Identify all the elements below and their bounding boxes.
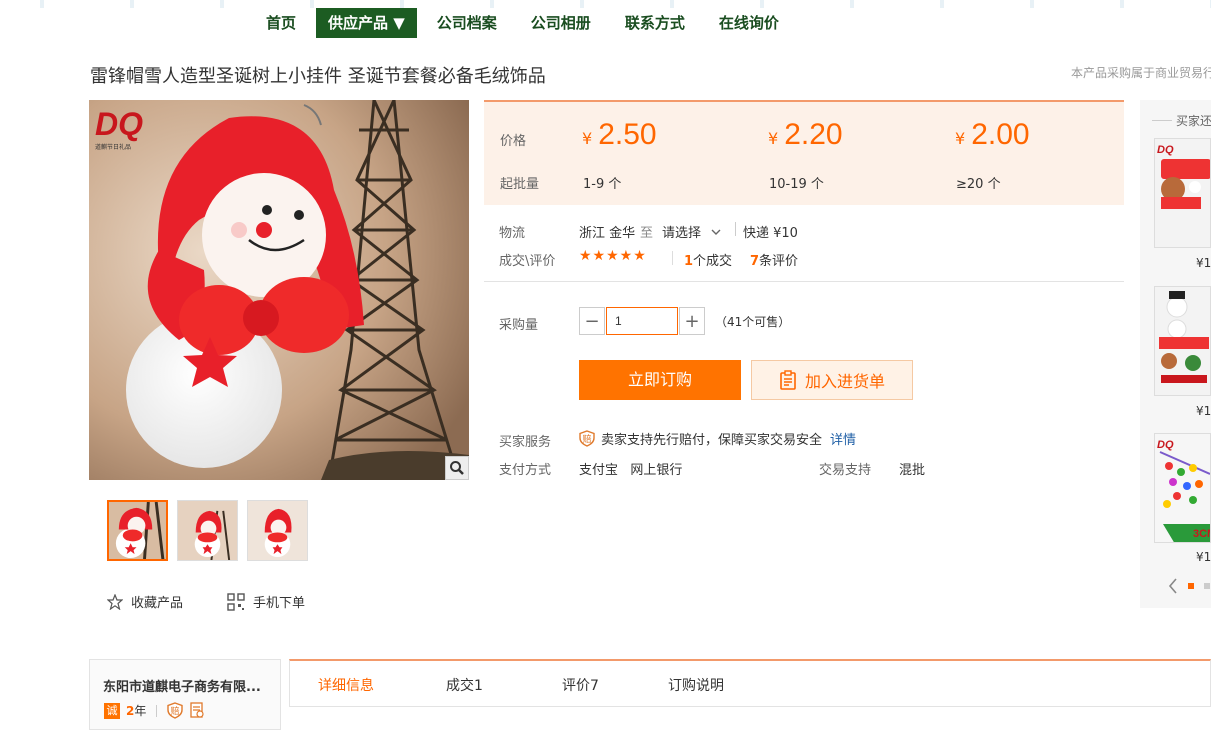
clipboard-icon bbox=[780, 370, 796, 390]
shield-icon: 赔 bbox=[167, 702, 184, 719]
trade-support-value: 混批 bbox=[899, 463, 926, 478]
divider bbox=[735, 222, 736, 236]
section-divider bbox=[484, 281, 1124, 282]
recommend-price-2: ¥1 bbox=[1196, 404, 1211, 418]
price-tier-1: ¥2.50 bbox=[582, 118, 657, 151]
star-outline-icon bbox=[107, 593, 123, 610]
thumbnail-1[interactable] bbox=[107, 500, 168, 561]
shield-icon: 赔 bbox=[579, 430, 595, 447]
chevron-down-icon bbox=[711, 229, 721, 235]
nav-company-album[interactable]: 公司相册 bbox=[517, 8, 605, 38]
divider bbox=[672, 251, 673, 265]
deal-review-label: 成交\评价 bbox=[499, 254, 556, 269]
company-name[interactable]: 东阳市道麒电子商务有限... bbox=[103, 676, 261, 695]
favorite-label: 收藏产品 bbox=[131, 596, 184, 611]
nav-company-profile[interactable]: 公司档案 bbox=[423, 8, 511, 38]
recommend-price-3: ¥1 bbox=[1196, 550, 1211, 564]
price-tier-2: ¥2.20 bbox=[768, 118, 843, 151]
tab-detail[interactable]: 详细信息 bbox=[318, 675, 374, 695]
certificate-icon bbox=[190, 702, 204, 718]
detail-tabs: 详细信息 成交1 评价7 订购说明 bbox=[289, 659, 1211, 707]
price-tier-3: ¥2.00 bbox=[955, 118, 1030, 151]
thumbnail-3[interactable] bbox=[247, 500, 308, 561]
recommend-badge: 3CM bbox=[1193, 528, 1210, 540]
buy-now-button[interactable]: 立即订购 bbox=[579, 360, 741, 400]
integrity-icon: 诚 bbox=[104, 702, 120, 719]
svg-text:DQ: DQ bbox=[1157, 439, 1174, 451]
buyer-service-label: 买家服务 bbox=[499, 435, 552, 450]
batch-label: 起批量 bbox=[500, 177, 540, 192]
recommend-title: 买家还 bbox=[1176, 114, 1211, 128]
product-title: 雷锋帽雪人造型圣诞树上小挂件 圣诞节套餐必备毛绒饰品 bbox=[90, 66, 546, 87]
price-panel: 价格 起批量 ¥2.50 1-9 个 ¥2.20 10-19 个 ¥2.00 ≥… bbox=[484, 100, 1124, 205]
recommend-price-1: ¥1 bbox=[1196, 256, 1211, 270]
buyer-service: 赔 卖家支持先行赔付，保障买家交易安全 详情 bbox=[579, 429, 856, 448]
price-value: 2.00 bbox=[971, 118, 1030, 151]
destination-select[interactable]: 请选择 bbox=[662, 222, 721, 241]
trade-support-label: 交易支持 bbox=[819, 463, 872, 478]
top-decoration bbox=[0, 0, 1211, 8]
tier-1-qty: 1-9 个 bbox=[583, 177, 622, 192]
increase-button[interactable]: + bbox=[679, 307, 705, 335]
thumbnail-strip bbox=[107, 500, 308, 561]
recommend-item-3[interactable]: DQ 3CM bbox=[1154, 433, 1211, 543]
brand-logo: DQ 道麒节日礼品 bbox=[95, 106, 143, 151]
qr-code-icon bbox=[227, 592, 245, 611]
nav-home[interactable]: 首页 bbox=[250, 8, 310, 38]
recommend-panel: 买家还 DQ ¥1 ¥1 DQ 3CM ¥1 bbox=[1140, 100, 1211, 608]
payment-label: 支付方式 bbox=[499, 463, 552, 478]
trade-notice: 本产品采购属于商业贸易行为 bbox=[1071, 66, 1211, 80]
available-stock: （41个可售） bbox=[715, 314, 791, 329]
svg-text:赔: 赔 bbox=[171, 705, 180, 717]
review-count[interactable]: 7条评价 bbox=[750, 250, 798, 269]
zoom-button[interactable] bbox=[445, 456, 469, 480]
tier-2-qty: 10-19 个 bbox=[769, 177, 824, 192]
service-detail-link[interactable]: 详情 bbox=[830, 429, 856, 448]
recommend-item-2[interactable] bbox=[1154, 286, 1211, 396]
product-main-image[interactable]: DQ 道麒节日礼品 bbox=[89, 100, 469, 480]
quantity-stepper: − + （41个可售） bbox=[579, 307, 790, 335]
chevron-left-icon[interactable] bbox=[1168, 578, 1178, 594]
nav-products[interactable]: 供应产品 ▼ bbox=[316, 8, 417, 38]
pager-dot[interactable] bbox=[1204, 583, 1210, 589]
tab-deals[interactable]: 成交1 bbox=[446, 675, 483, 695]
thumbnail-2[interactable] bbox=[177, 500, 238, 561]
quantity-label: 采购量 bbox=[499, 318, 539, 333]
price-label: 价格 bbox=[500, 134, 527, 149]
nav-contact[interactable]: 联系方式 bbox=[611, 8, 699, 38]
tab-order-notes[interactable]: 订购说明 bbox=[668, 675, 724, 695]
svg-text:赔: 赔 bbox=[582, 433, 591, 445]
mobile-order-button[interactable]: 手机下单 bbox=[227, 592, 305, 611]
add-to-cart-button[interactable]: 加入进货单 bbox=[751, 360, 913, 400]
logistics-label: 物流 bbox=[499, 226, 526, 241]
pager-dot-active[interactable] bbox=[1188, 583, 1194, 589]
rating-stars: ★★★★★ bbox=[579, 248, 647, 264]
recommend-nav bbox=[1168, 578, 1210, 594]
favorite-button[interactable]: 收藏产品 bbox=[107, 592, 183, 611]
payment-methods: 支付宝 网上银行 bbox=[579, 463, 683, 478]
company-card: 东阳市道麒电子商务有限... 诚 2年 赔 bbox=[89, 659, 281, 730]
decrease-button[interactable]: − bbox=[579, 307, 605, 335]
snowman-ornament-image bbox=[89, 100, 469, 480]
main-nav: 首页 供应产品 ▼ 公司档案 公司相册 联系方式 在线询价 bbox=[250, 8, 799, 38]
ship-from: 浙江 金华 bbox=[579, 226, 636, 241]
tier-3-qty: ≥20 个 bbox=[956, 177, 1001, 192]
price-value: 2.20 bbox=[784, 118, 843, 151]
company-years: 诚 2年 赔 bbox=[104, 702, 205, 719]
recommend-item-1[interactable]: DQ bbox=[1154, 138, 1211, 248]
deal-count[interactable]: 1个成交 bbox=[684, 250, 732, 269]
express-fee: 快递 ¥10 bbox=[743, 226, 798, 241]
svg-text:DQ: DQ bbox=[1157, 144, 1174, 156]
nav-inquiry[interactable]: 在线询价 bbox=[705, 8, 793, 38]
price-value: 2.50 bbox=[598, 118, 657, 151]
quantity-input[interactable] bbox=[606, 307, 678, 335]
tab-reviews[interactable]: 评价7 bbox=[562, 675, 599, 695]
magnifier-icon bbox=[450, 461, 464, 475]
ship-to-word: 至 bbox=[640, 226, 654, 241]
mobile-order-label: 手机下单 bbox=[253, 596, 306, 611]
action-row: 收藏产品 手机下单 bbox=[107, 592, 305, 611]
